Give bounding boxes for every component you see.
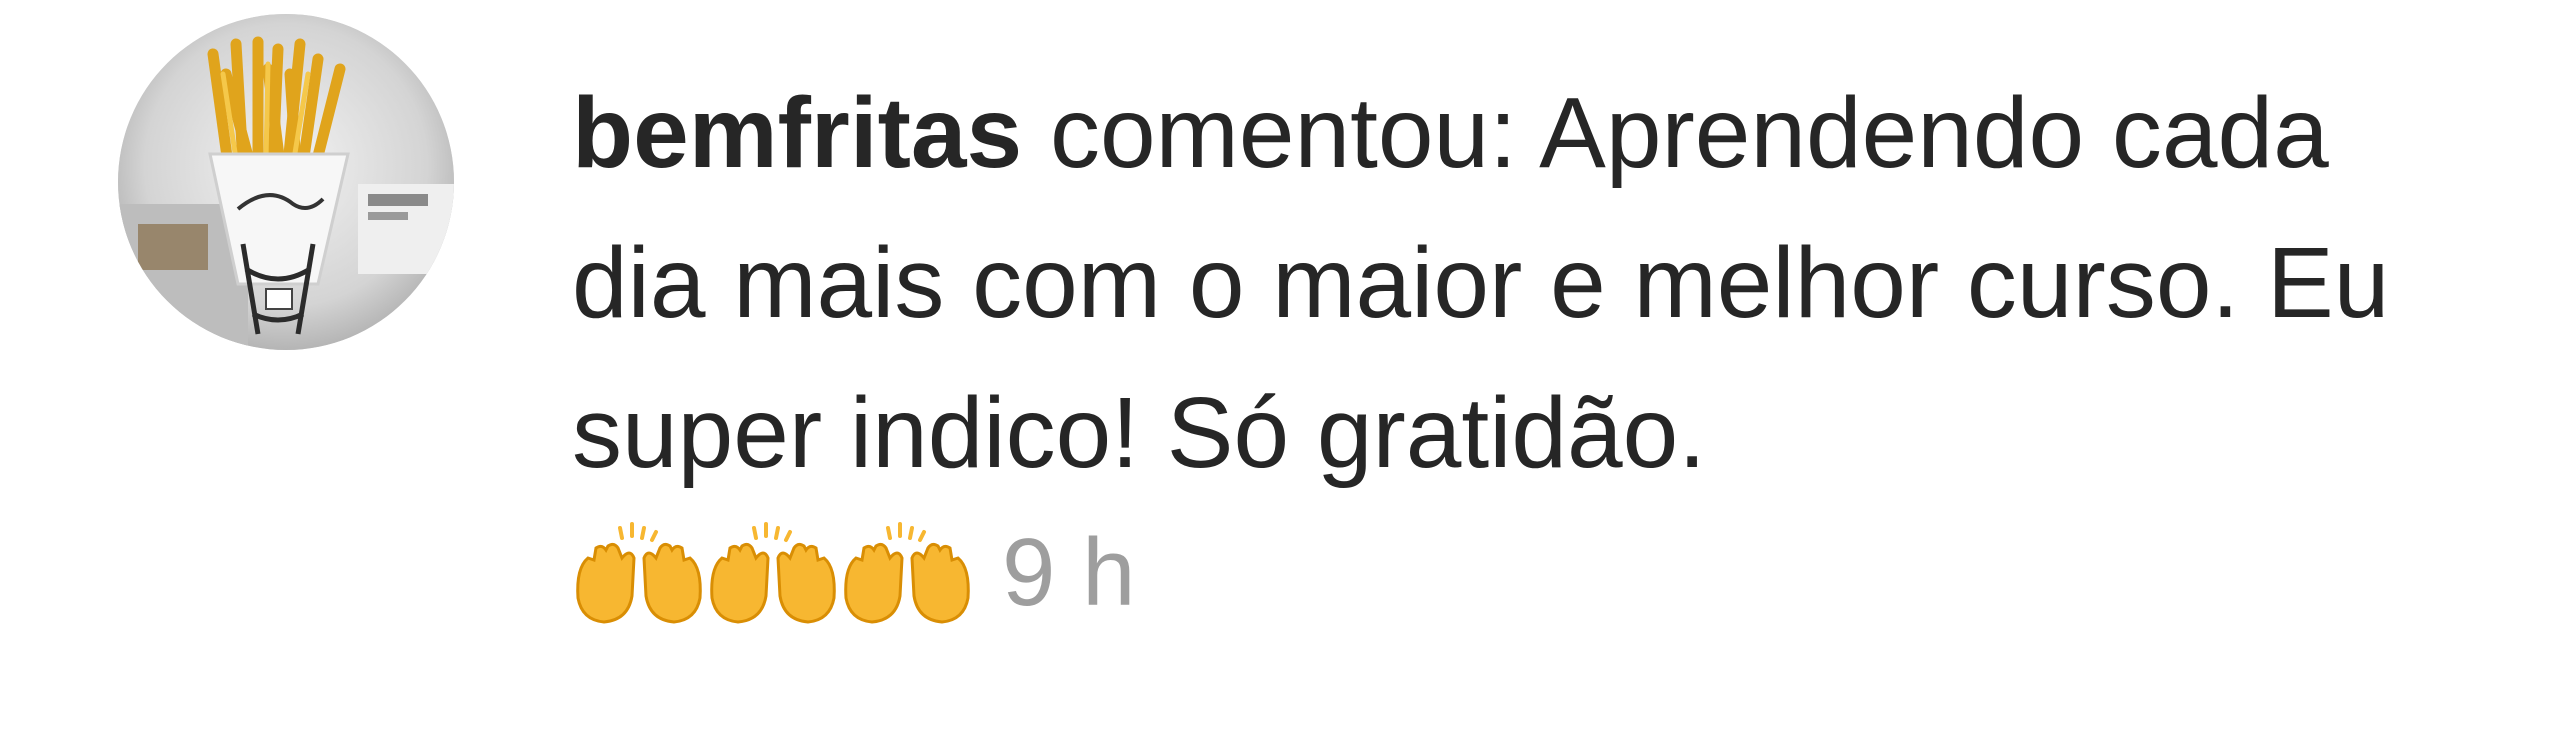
comment-verb: comentou: [1022, 77, 1540, 189]
username-link[interactable]: bemfritas [572, 77, 1022, 189]
comment-text: bemfritas comentou: Aprendendo cada dia … [572, 58, 2472, 508]
raising-hands-icon [840, 518, 974, 628]
fries-photo-icon [118, 14, 454, 350]
raising-hands-icon [572, 518, 706, 628]
comment-body: bemfritas comentou: Aprendendo cada dia … [572, 58, 2472, 638]
avatar[interactable] [118, 14, 454, 350]
emoji-row [572, 518, 974, 628]
comment-meta: 9 h [572, 508, 2472, 638]
raising-hands-icon [706, 518, 840, 628]
comment-row: bemfritas comentou: Aprendendo cada dia … [0, 0, 2560, 736]
comment-timestamp[interactable]: 9 h [1002, 518, 1135, 628]
